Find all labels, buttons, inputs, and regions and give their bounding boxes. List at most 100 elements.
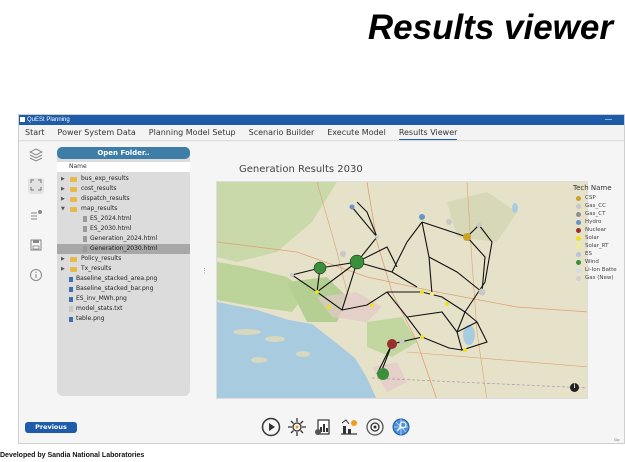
image-file-icon — [69, 276, 73, 282]
legend-label: CSP — [585, 195, 596, 201]
bottom-toolbar — [260, 414, 416, 440]
legend-item[interactable]: Gas_CT — [573, 210, 624, 218]
image-file-icon — [69, 286, 73, 292]
solver-settings-icon[interactable] — [286, 416, 308, 438]
tab-results-viewer[interactable]: Results Viewer — [398, 126, 458, 140]
legend-swatch — [576, 196, 581, 201]
legend-item[interactable]: Li-Ion Batte — [573, 266, 624, 274]
file-tree-label: table.png — [76, 315, 105, 322]
minimize-button[interactable]: — — [605, 115, 612, 125]
file-tree-item[interactable]: Baseline_stacked_area.png — [57, 274, 190, 284]
plots-icon[interactable] — [338, 416, 360, 438]
legend-item[interactable]: Solar_RT — [573, 242, 624, 250]
legend-swatch — [576, 212, 581, 217]
file-tree-item[interactable]: ▶ dispatch_results — [57, 194, 190, 204]
chevron-right-icon[interactable]: ▶ — [61, 254, 65, 264]
window-title: QuESt Planning — [27, 117, 70, 123]
tab-power-system-data[interactable]: Power System Data — [58, 126, 136, 139]
legend-label: Wind — [585, 259, 599, 265]
file-tree-item[interactable]: ES_inv_MWh.png — [57, 294, 190, 304]
folder-icon — [70, 266, 77, 272]
app-window: QuESt Planning — Start Power System Data P… — [18, 114, 625, 444]
file-icon — [83, 236, 87, 242]
map-search-icon[interactable] — [390, 416, 412, 438]
file-tree-item[interactable]: Baseline_stacked_bar.png — [57, 284, 190, 294]
legend-swatch — [576, 220, 581, 225]
map-info-button[interactable]: i — [570, 383, 579, 392]
settings-list-icon[interactable] — [28, 208, 44, 224]
legend-label: Hydro — [585, 219, 602, 225]
file-tree-item[interactable]: ▼ map_results — [57, 204, 190, 214]
file-tree-label: Baseline_stacked_bar.png — [76, 285, 154, 292]
legend-item[interactable]: Hydro — [573, 218, 624, 226]
previous-button[interactable]: Previous — [25, 422, 77, 433]
file-tree-label: ES_2030.html — [90, 225, 132, 232]
legend-label: Gas_CC — [585, 203, 606, 209]
file-icon — [83, 216, 87, 222]
tab-scenario-builder[interactable]: Scenario Builder — [249, 126, 315, 139]
save-icon[interactable] — [28, 238, 44, 254]
file-explorer: Open Folder.. Name ▶ bus_exp_results ▶ cost… — [57, 147, 190, 396]
legend-item[interactable]: Gas (New) — [573, 274, 624, 282]
file-icon — [83, 246, 87, 252]
file-icon — [69, 306, 73, 312]
map-canvas[interactable] — [217, 182, 588, 399]
tab-planning-model-setup[interactable]: Planning Model Setup — [149, 126, 236, 139]
fit-screen-icon[interactable] — [28, 178, 44, 194]
legend-label: Gas (New) — [585, 275, 614, 281]
folder-icon — [70, 206, 77, 212]
chevron-right-icon[interactable]: ▶ — [61, 264, 65, 274]
file-tree-label: dispatch_results — [81, 195, 130, 202]
tab-start[interactable]: Start — [25, 126, 45, 139]
tab-execute-model[interactable]: Execute Model — [327, 126, 386, 139]
file-tree-label: ES_2024.html — [90, 215, 132, 222]
file-tree-item[interactable]: ES_2030.html — [57, 224, 190, 234]
chevron-right-icon[interactable]: ▶ — [61, 194, 65, 204]
file-tree-item[interactable]: ▶ cost_results — [57, 184, 190, 194]
file-tree-item[interactable]: Generation_2024.html — [57, 234, 190, 244]
file-tree-item[interactable]: model_stats.txt — [57, 304, 190, 314]
file-tree-item[interactable]: table.png — [57, 314, 190, 324]
file-tree-label: Tx_results — [81, 265, 112, 272]
legend-label: Nuclear — [585, 227, 607, 233]
info-circle-icon[interactable] — [28, 268, 44, 284]
legend-item[interactable]: Gas_CC — [573, 202, 624, 210]
slide-title: Results viewer — [367, 8, 613, 47]
legend-swatch — [576, 268, 581, 273]
open-folder-button[interactable]: Open Folder.. — [57, 147, 190, 159]
file-tree-item[interactable]: ▶ bus_exp_results — [57, 174, 190, 184]
file-tree-label: map_results — [81, 205, 118, 212]
results-map[interactable]: i — [216, 181, 588, 399]
legend-item[interactable]: Solar — [573, 234, 624, 242]
legend-swatch — [576, 204, 581, 209]
legend-swatch — [576, 252, 581, 257]
main-content: Open Folder.. Name ▶ bus_exp_results ▶ cost… — [19, 142, 624, 443]
optimization-icon[interactable] — [364, 416, 386, 438]
legend-swatch — [576, 276, 581, 281]
file-tree-item[interactable]: ▶ Tx_results — [57, 264, 190, 274]
file-tree-item[interactable]: ▶ Policy_results — [57, 254, 190, 264]
splitter-handle[interactable]: ⋮ — [201, 267, 208, 275]
chevron-right-icon[interactable]: ▶ — [61, 174, 65, 184]
legend-swatch — [576, 244, 581, 249]
legend-item[interactable]: CSP — [573, 194, 624, 202]
layers-icon[interactable] — [28, 148, 44, 164]
file-tree-label: Policy_results — [81, 255, 122, 262]
chevron-down-icon[interactable]: ▼ — [61, 204, 65, 214]
legend-item[interactable]: Nuclear — [573, 226, 624, 234]
footer-credit: Developed by Sandia National Laboratorie… — [0, 452, 145, 459]
play-icon[interactable] — [260, 416, 282, 438]
image-file-icon — [69, 316, 73, 322]
file-tree-item[interactable]: Generation_2030.html — [57, 244, 190, 254]
legend-item[interactable]: Wind — [573, 258, 624, 266]
folder-icon — [70, 256, 77, 262]
column-header-name[interactable]: Name — [57, 162, 190, 172]
folder-icon — [70, 196, 77, 202]
folder-icon — [70, 176, 77, 182]
side-strip: Go — [614, 437, 620, 442]
chevron-right-icon[interactable]: ▶ — [61, 184, 65, 194]
legend-label: Solar — [585, 235, 600, 241]
report-icon[interactable] — [312, 416, 334, 438]
file-tree-item[interactable]: ES_2024.html — [57, 214, 190, 224]
legend-item[interactable]: ES — [573, 250, 624, 258]
